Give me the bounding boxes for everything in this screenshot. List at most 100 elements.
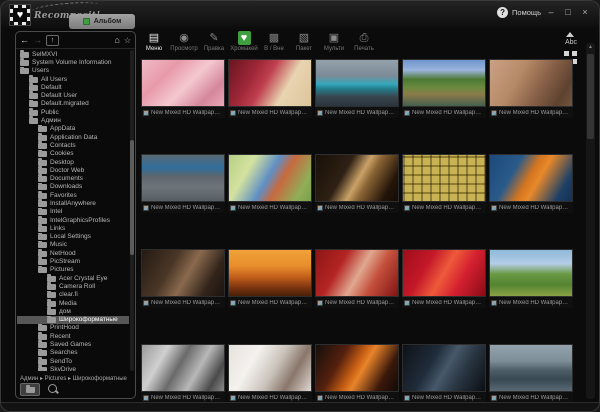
tree-item[interactable]: SelMXVI	[17, 50, 129, 58]
tree-item[interactable]: Default.migrated	[17, 100, 129, 108]
home-icon[interactable]: ⌂	[114, 35, 119, 45]
tree-item[interactable]: Public	[17, 108, 129, 116]
tree-item[interactable]: Links	[17, 224, 129, 232]
thumbnail-cell[interactable]: New Mixed HD Wallpapers Pac	[315, 249, 399, 308]
tree-item[interactable]: clear.fi	[17, 291, 129, 299]
tree-item[interactable]: System Volume Information	[17, 58, 129, 66]
abc-sort-toggle[interactable]: Abc	[565, 39, 577, 46]
tree-item[interactable]: IntelGraphicsProfiles	[17, 216, 129, 224]
folder-up-icon[interactable]: ↑	[46, 35, 59, 46]
thumb-dark-cave-light[interactable]	[315, 154, 399, 202]
thumbnail-cell[interactable]: New Mixed HD Wallpapers Pac	[141, 59, 225, 118]
thumbnail-cell[interactable]: New Mixed HD Wallpapers Pac	[141, 154, 225, 213]
thumb-woman-lingerie[interactable]	[141, 249, 225, 297]
folder-view-button[interactable]	[20, 383, 40, 396]
thumbnail-cell[interactable]: New Mixed HD Wallpapers Pac	[489, 249, 573, 308]
thumbnail-cell[interactable]: New Mixed HD Wallpapers Pac	[141, 344, 225, 403]
toolbar-button[interactable]: ◉ Просмотр	[169, 31, 199, 58]
tree-item[interactable]: InstallAnywhere	[17, 199, 129, 207]
thumb-helicopter-deck[interactable]	[141, 154, 225, 202]
minimize-button[interactable]: –	[545, 6, 557, 18]
thumb-navy-battleship[interactable]	[489, 344, 573, 392]
thumbnail-cell[interactable]: New Mixed HD Wallpapers Pac	[489, 59, 573, 118]
tree-item[interactable]: Contacts	[17, 141, 129, 149]
thumb-bw-crowd[interactable]	[141, 344, 225, 392]
tree-item[interactable]: Cookies	[17, 150, 129, 158]
search-icon[interactable]	[46, 383, 60, 396]
tree-item[interactable]: Recent	[17, 332, 129, 340]
thumb-wicker-texture[interactable]	[402, 154, 486, 202]
tree-item[interactable]: Широкоформатные	[17, 316, 129, 324]
tree-item[interactable]: Media	[17, 299, 129, 307]
thumbnail-cell[interactable]: New Mixed HD Wallpapers Pac	[228, 154, 312, 213]
toolbar-button[interactable]: ⎙ Печать	[349, 31, 379, 58]
toolbar-button[interactable]: ▩ В / Вне	[259, 31, 289, 58]
thumb-pink-cupcakes[interactable]	[141, 59, 225, 107]
tree-item[interactable]: NetHood	[17, 249, 129, 257]
tree-item[interactable]: SkyDrive	[17, 365, 129, 371]
thumb-woman-red-berries[interactable]	[315, 249, 399, 297]
thumb-cherry-drink[interactable]	[402, 249, 486, 297]
content-scrollbar[interactable]: ▲	[586, 43, 595, 399]
thumbnail-cell[interactable]: New Mixed HD Wallpapers Pac	[402, 249, 486, 308]
toolbar-button[interactable]: ✎ Правка	[199, 31, 229, 58]
favorites-star-icon[interactable]: ☆	[124, 36, 131, 45]
tree-item[interactable]: Local Settings	[17, 233, 129, 241]
back-icon[interactable]: ←	[20, 35, 29, 45]
tree-scrollbar[interactable]	[130, 50, 134, 371]
thumbnail-cell[interactable]: New Mixed HD Wallpapers Pac	[402, 344, 486, 403]
scroll-up-icon[interactable]: ▲	[586, 43, 595, 52]
thumb-orange-coral[interactable]	[489, 154, 573, 202]
tree-item[interactable]: дом	[17, 307, 129, 315]
thumbnail-cell[interactable]: New Mixed HD Wallpapers Pac	[315, 154, 399, 213]
thumb-sunset-birds[interactable]	[228, 249, 312, 297]
thumbnail-cell[interactable]: New Mixed HD Wallpapers Pac	[228, 249, 312, 308]
thumbnail-cell[interactable]: New Mixed HD Wallpapers Pac	[228, 59, 312, 118]
tree-item[interactable]: Админ	[17, 116, 129, 124]
tree-item[interactable]: Music	[17, 241, 129, 249]
tree-item[interactable]: Favorites	[17, 191, 129, 199]
tree-item[interactable]: PicStream	[17, 257, 129, 265]
thumbnail-cell[interactable]: New Mixed HD Wallpapers Pac	[402, 59, 486, 118]
thumb-blue-sports-car[interactable]	[315, 59, 399, 107]
tree-item[interactable]: Default User	[17, 91, 129, 99]
thumb-hummingbird[interactable]	[228, 154, 312, 202]
tree-item[interactable]: Desktop	[17, 158, 129, 166]
thumb-war-explosion[interactable]	[315, 344, 399, 392]
forward-icon[interactable]: →	[33, 35, 42, 45]
thumbnail-cell[interactable]: New Mixed HD Wallpapers Pac	[228, 344, 312, 403]
thumb-roses-gift-box[interactable]	[228, 59, 312, 107]
tree-item[interactable]: Saved Games	[17, 340, 129, 348]
thumbnail-cell[interactable]: New Mixed HD Wallpapers Pac	[315, 59, 399, 118]
maximize-button[interactable]: □	[562, 6, 574, 18]
tree-item[interactable]: Documents	[17, 174, 129, 182]
tree-item[interactable]: AppData	[17, 125, 129, 133]
thumb-river-landscape[interactable]	[402, 59, 486, 107]
help-button[interactable]: ? Помощь	[497, 7, 541, 18]
thumbnail-cell[interactable]: New Mixed HD Wallpapers Pac	[489, 344, 573, 403]
tree-item[interactable]: Doctor Web	[17, 166, 129, 174]
toolbar-button[interactable]: ▣ Мульти	[319, 31, 349, 58]
thumbnail-cell[interactable]: New Mixed HD Wallpapers Pac	[402, 154, 486, 213]
thumb-woman-on-bed[interactable]	[489, 59, 573, 107]
thumb-windmill-field[interactable]	[489, 249, 573, 297]
toolbar-button[interactable]: ▧ Пакет	[289, 31, 319, 58]
tree-item[interactable]: Acer Crystal Eye	[17, 274, 129, 282]
tree-item[interactable]: Searches	[17, 349, 129, 357]
content-scrollbar-thumb[interactable]	[587, 54, 594, 139]
tree-item[interactable]: Pictures	[17, 266, 129, 274]
tree-item[interactable]: Downloads	[17, 183, 129, 191]
close-button[interactable]: ×	[579, 6, 591, 18]
tree-item[interactable]: All Users	[17, 75, 129, 83]
thumb-night-carrier-jet[interactable]	[402, 344, 486, 392]
tree-item[interactable]: SendTo	[17, 357, 129, 365]
thumb-woman-white-sofa[interactable]	[228, 344, 312, 392]
tree-item[interactable]: Default	[17, 83, 129, 91]
tree-item[interactable]: Camera Roll	[17, 282, 129, 290]
tab-album[interactable]: Альбом	[69, 14, 135, 29]
tree-item[interactable]: Users	[17, 67, 129, 75]
tree-item[interactable]: PrintHood	[17, 324, 129, 332]
tree-item[interactable]: Intel	[17, 208, 129, 216]
tree-item[interactable]: Application Data	[17, 133, 129, 141]
dock-icon[interactable]	[566, 32, 574, 37]
